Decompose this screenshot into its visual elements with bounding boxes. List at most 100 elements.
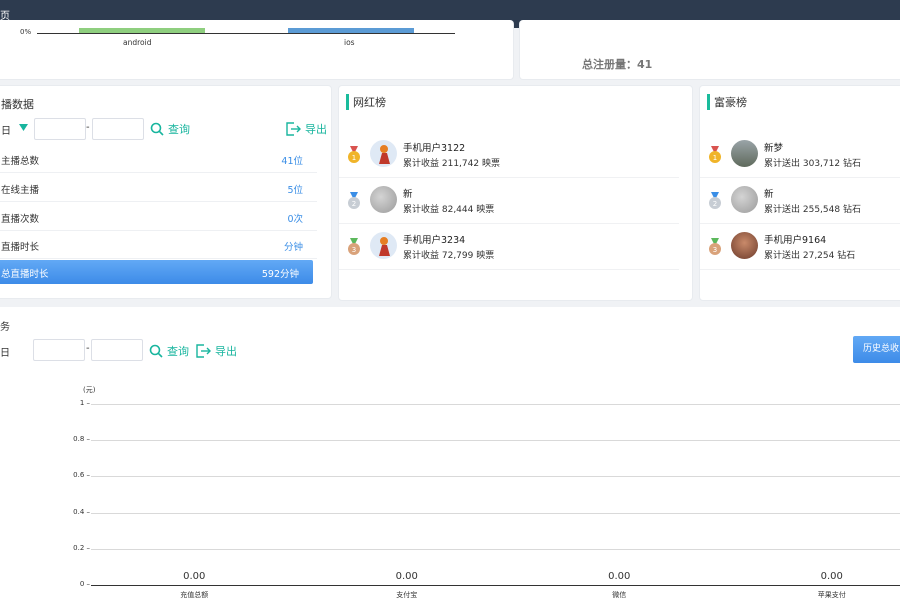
stat-row: 直播时长 分钟 <box>0 231 317 259</box>
gold-medal-icon: 1 <box>348 146 360 163</box>
finance-search-label: 查询 <box>167 345 189 358</box>
stat-row: 主播总数 41位 <box>0 145 317 173</box>
svg-text:2: 2 <box>713 200 717 208</box>
stat-value[interactable]: 分钟 <box>284 239 303 253</box>
register-card: 总注册量：41 <box>519 20 900 80</box>
caret-down-icon[interactable] <box>19 124 28 131</box>
rank-name: 新梦 <box>764 143 784 154</box>
avatar[interactable] <box>731 140 758 167</box>
stat-row-total-duration: 总直播时长 592分钟 <box>0 260 313 284</box>
x-category-label: 充值总额 <box>180 591 209 599</box>
list-item[interactable]: 1 新梦 累计送出 303,712 钻石 <box>700 132 900 178</box>
device-bar-ios <box>288 28 414 33</box>
register-total: 总注册量：41 <box>582 58 653 71</box>
svg-text:3: 3 <box>713 246 717 254</box>
rank-name: 新 <box>764 189 774 200</box>
silver-medal-icon: 2 <box>709 192 721 209</box>
rank-name: 手机用户3234 <box>403 235 466 246</box>
bronze-medal-icon: 3 <box>348 238 360 255</box>
gridline <box>91 585 900 586</box>
chart-ylabel: (元) <box>83 386 96 394</box>
anchor-export-button[interactable]: 导出 <box>286 121 327 137</box>
stat-value[interactable]: 0次 <box>287 211 303 225</box>
stat-label: 在线主播 <box>1 185 40 196</box>
rank-name: 新 <box>403 189 413 200</box>
device-chart-card: 0% android ios <box>0 20 514 80</box>
device-chart-axis <box>37 33 455 34</box>
y-tick-label: 0.6 – <box>73 471 90 480</box>
finance-export-label: 导出 <box>215 345 237 358</box>
avatar[interactable] <box>370 186 397 213</box>
history-total-button[interactable]: 历史总收 <box>853 336 900 363</box>
list-item[interactable]: 3 手机用户9164 累计送出 27,254 钻石 <box>700 224 900 270</box>
stat-row: 直播次数 0次 <box>0 203 317 231</box>
finance-start-date-input[interactable] <box>33 339 85 361</box>
device-chart-y0-label: 0% <box>20 28 32 36</box>
influencer-ranking-panel: 网红榜 1 手机用户3122 累计收益 211,742 映票 2 新 累计收益 … <box>338 85 693 301</box>
influencer-panel-title: 网红榜 <box>346 94 386 110</box>
finance-panel: 务 日 - 查询 导出 <box>0 307 900 600</box>
svg-text:1: 1 <box>352 154 356 162</box>
svg-text:1: 1 <box>713 154 717 162</box>
rich-panel-title: 富豪榜 <box>707 94 747 110</box>
device-category-ios: ios <box>344 38 355 47</box>
finance-date-separator: - <box>86 343 90 354</box>
stat-value[interactable]: 41位 <box>281 153 303 167</box>
rank-name: 手机用户9164 <box>764 235 827 246</box>
anchor-dropdown-label[interactable]: 日 <box>1 122 11 137</box>
avatar[interactable] <box>731 232 758 259</box>
avatar[interactable] <box>731 186 758 213</box>
list-item[interactable]: 1 手机用户3122 累计收益 211,742 映票 <box>339 132 679 178</box>
stat-value[interactable]: 5位 <box>287 182 303 196</box>
gridline <box>91 440 900 442</box>
list-item[interactable]: 3 手机用户3234 累计收益 72,799 映票 <box>339 224 679 270</box>
cartoon-avatar-icon <box>379 237 390 256</box>
y-tick-label: 0.8 – <box>73 435 90 444</box>
rank-sub: 累计收益 72,799 映票 <box>403 251 495 261</box>
search-icon <box>150 122 164 136</box>
y-tick-label: 0 – <box>79 580 90 588</box>
stat-label: 直播时长 <box>1 242 40 253</box>
anchor-end-date-input[interactable] <box>92 118 144 140</box>
bronze-medal-icon: 3 <box>709 238 721 255</box>
svg-text:3: 3 <box>352 246 356 254</box>
anchor-search-button[interactable]: 查询 <box>150 121 190 137</box>
rank-sub: 累计送出 255,548 钻石 <box>764 205 861 215</box>
device-bar-android <box>79 28 205 33</box>
bar-value-label: 0.00 <box>183 571 206 582</box>
stat-label: 直播次数 <box>1 214 40 225</box>
stat-value: 592分钟 <box>261 269 299 280</box>
anchor-stats-panel: 播数据 日 - 查询 导出 主播总数 41位 在线主播 5位 直播次数 0次 直… <box>0 85 332 299</box>
finance-export-button[interactable]: 导出 <box>196 343 237 359</box>
anchor-start-date-input[interactable] <box>34 118 86 140</box>
device-category-android: android <box>123 38 152 47</box>
gold-medal-icon: 1 <box>709 146 721 163</box>
list-item[interactable]: 2 新 累计收益 82,444 映票 <box>339 178 679 224</box>
export-icon <box>286 122 301 136</box>
rich-ranking-panel: 富豪榜 1 新梦 累计送出 303,712 钻石 2 新 累计送出 255,54… <box>699 85 900 301</box>
stat-label: 总直播时长 <box>1 269 49 280</box>
cartoon-avatar-icon <box>379 145 390 164</box>
y-tick-label: 0.4 – <box>73 507 90 516</box>
y-tick-label: 0.2 – <box>73 543 90 552</box>
anchor-date-separator: - <box>86 122 90 133</box>
rank-name: 手机用户3122 <box>403 143 466 154</box>
x-category-label: 支付宝 <box>396 591 418 599</box>
rank-sub: 累计收益 82,444 映票 <box>403 205 495 215</box>
gridline <box>91 476 900 478</box>
finance-dropdown-label[interactable]: 日 <box>0 344 10 359</box>
anchor-panel-title: 播数据 <box>1 98 34 111</box>
bar-value-label: 0.00 <box>608 571 631 582</box>
x-category-label: 苹果支付 <box>817 591 846 599</box>
avatar[interactable] <box>370 140 397 167</box>
finance-search-button[interactable]: 查询 <box>149 343 189 359</box>
stat-label: 主播总数 <box>1 156 40 167</box>
list-item[interactable]: 2 新 累计送出 255,548 钻石 <box>700 178 900 224</box>
avatar[interactable] <box>370 232 397 259</box>
search-icon <box>149 344 163 358</box>
stat-row: 在线主播 5位 <box>0 174 317 202</box>
svg-text:2: 2 <box>352 200 356 208</box>
finance-end-date-input[interactable] <box>91 339 143 361</box>
bar-value-label: 0.00 <box>820 571 843 582</box>
anchor-search-label: 查询 <box>168 123 190 136</box>
